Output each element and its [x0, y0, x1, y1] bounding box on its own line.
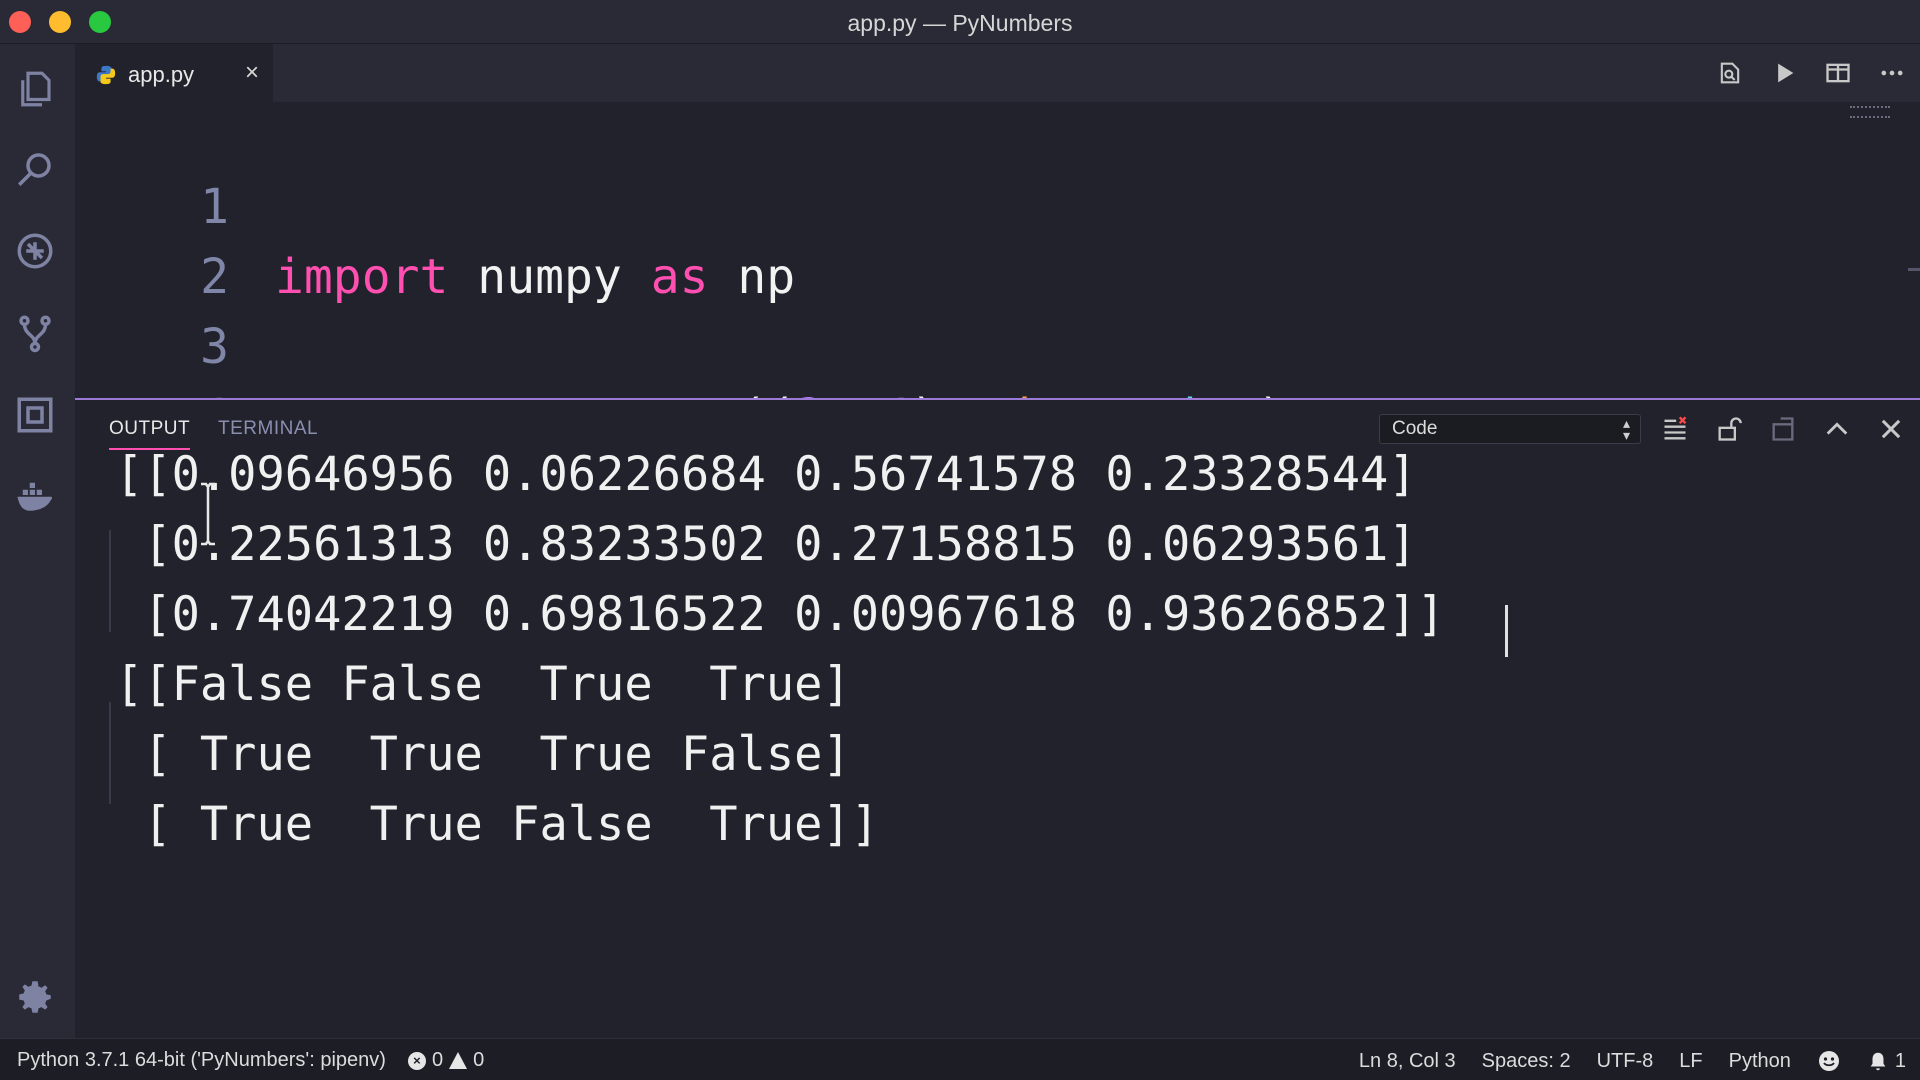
code-line: 4 array = np.ones((3, 4), dtype=int) — [75, 312, 1875, 398]
bell-icon — [1870, 1052, 1886, 1071]
problems-indicator[interactable]: × 0 0 — [407, 1049, 485, 1072]
warning-icon — [449, 1052, 468, 1069]
python-interpreter[interactable]: Python 3.7.1 64-bit ('PyNumbers': pipenv… — [17, 1049, 386, 1072]
text-cursor — [1505, 605, 1508, 657]
notification-count: 1 — [1894, 1049, 1906, 1072]
indentation[interactable]: Spaces: 2 — [1482, 1050, 1571, 1073]
source-control-icon[interactable] — [10, 308, 60, 358]
close-panel-icon[interactable] — [1872, 410, 1910, 448]
line-number: 4 — [175, 382, 229, 398]
error-count: 0 — [431, 1049, 444, 1071]
explorer-icon[interactable] — [10, 64, 60, 114]
window-title: app.py — PyNumbers — [847, 10, 1073, 36]
scrollbar-marker — [1908, 268, 1920, 271]
output-panel: OUTPUT TERMINAL Code ▴ ▾ [[0.09646956 0.0… — [75, 398, 1920, 1038]
code-line: 2 — [75, 172, 1875, 305]
end-of-line[interactable]: LF — [1679, 1050, 1702, 1073]
status-bar: Python 3.7.1 64-bit ('PyNumbers': pipenv… — [0, 1038, 1920, 1080]
output-line: [ True True True False] — [115, 727, 851, 782]
output-line: [[0.09646956 0.06226684 0.56741578 0.233… — [115, 447, 1417, 502]
output-text[interactable]: [[0.09646956 0.06226684 0.56741578 0.233… — [115, 440, 1875, 860]
indent-guide — [109, 530, 111, 632]
code-editor[interactable]: 1 import numpy as np 2 3 array = np.zero… — [75, 102, 1920, 398]
indent-guide — [109, 702, 111, 804]
docker-icon[interactable] — [10, 470, 60, 520]
editor-actions — [1712, 54, 1910, 92]
run-icon[interactable] — [1766, 55, 1802, 91]
code-line: 3 array = np.zeros((3, 4), dtype=int) — [75, 242, 1875, 398]
tab-close-button[interactable]: × — [245, 59, 259, 87]
tab-output[interactable]: OUTPUT — [109, 418, 191, 450]
warning-count: 0 — [473, 1049, 485, 1071]
more-actions-icon[interactable] — [1874, 55, 1910, 91]
title-bar: app.py — PyNumbers — [0, 0, 1920, 44]
output-line: [0.22561313 0.83233502 0.27158815 0.0629… — [115, 517, 1417, 572]
tab-app-py[interactable]: app.py × — [75, 44, 273, 102]
code-text: array = np.zeros((3, 4), dtype=int) — [275, 382, 1287, 398]
open-preview-icon[interactable] — [1712, 55, 1748, 91]
search-icon[interactable] — [10, 144, 60, 194]
python-icon — [96, 65, 116, 85]
notifications[interactable]: 1 — [1867, 1050, 1906, 1073]
tab-terminal[interactable]: TERMINAL — [218, 418, 318, 440]
split-editor-icon[interactable] — [1820, 55, 1856, 91]
cursor-position[interactable]: Ln 8, Col 3 — [1359, 1050, 1456, 1073]
output-line: [[False False True True] — [115, 657, 851, 712]
code-line: 1 import numpy as np — [75, 102, 1875, 305]
output-channel-value: Code — [1392, 418, 1438, 439]
activity-bar — [0, 44, 75, 1038]
debug-icon[interactable] — [10, 226, 60, 276]
extensions-icon[interactable] — [10, 390, 60, 440]
tab-label: app.py — [128, 62, 195, 87]
language-mode[interactable]: Python — [1729, 1050, 1791, 1073]
editor-tab-bar: app.py × — [75, 44, 1920, 102]
error-icon: × — [407, 1051, 426, 1070]
gear-icon[interactable] — [10, 972, 60, 1022]
select-arrows-icon: ▴ ▾ — [1622, 415, 1630, 443]
encoding[interactable]: UTF-8 — [1597, 1050, 1654, 1073]
ibeam-cursor-icon — [201, 482, 215, 546]
feedback-icon[interactable] — [1817, 1049, 1841, 1073]
output-line: [0.74042219 0.69816522 0.00967618 0.9362… — [115, 587, 1445, 642]
output-line: [ True True False True]] — [115, 797, 880, 852]
